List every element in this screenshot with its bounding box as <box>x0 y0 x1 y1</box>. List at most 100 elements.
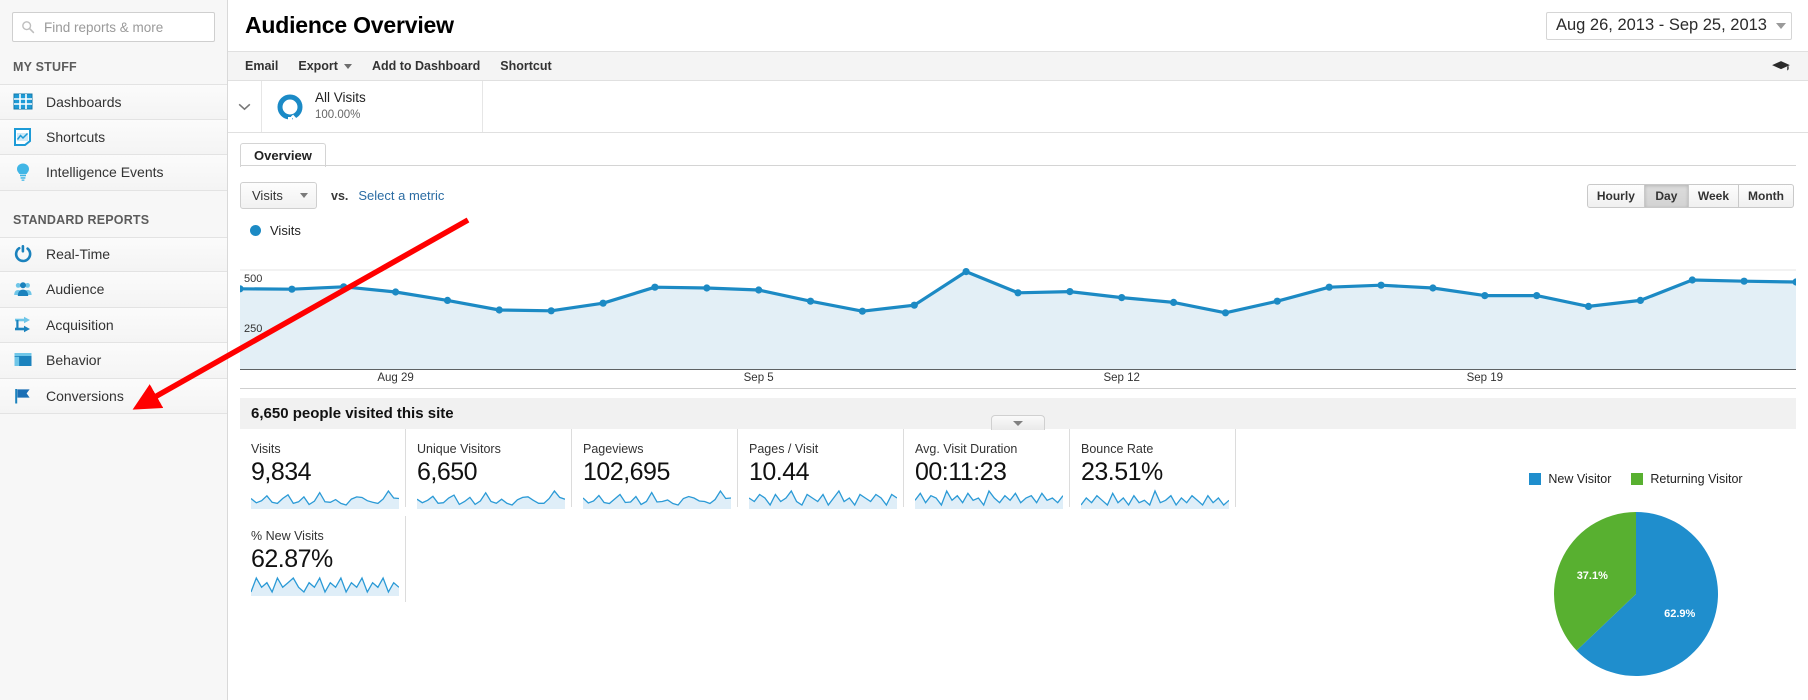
select-a-metric-link[interactable]: Select a metric <box>358 188 444 203</box>
sparkline <box>749 489 897 510</box>
sidebar-item-label: Real-Time <box>46 246 111 263</box>
metric-card-label: Pages / Visit <box>749 442 819 456</box>
sidebar-section-heading-standard-reports: STANDARD REPORTS <box>13 212 150 227</box>
shortcuts-icon <box>14 127 31 146</box>
metric-card-label: Visits <box>251 442 281 456</box>
chevron-down-icon <box>1776 22 1786 29</box>
metric-card[interactable]: Pages / Visit 10.44 <box>738 429 904 510</box>
chevron-down-icon <box>238 103 251 110</box>
segment-donut-icon <box>277 94 303 121</box>
granularity-month[interactable]: Month <box>1739 183 1794 208</box>
sparkline <box>1081 489 1229 510</box>
sidebar-item-label: Conversions <box>46 387 124 404</box>
sidebar-item-label: Shortcuts <box>46 128 106 145</box>
analytics-app: MY STUFF Dashboards Sho <box>0 0 1808 700</box>
segment-all-visits[interactable]: All Visits 100.00% <box>262 81 483 132</box>
granularity-week[interactable]: Week <box>1688 183 1740 208</box>
tab-label: Overview <box>254 148 312 163</box>
tab-overview[interactable]: Overview <box>240 143 326 167</box>
search-box[interactable] <box>12 12 223 42</box>
chart-collapse-handle[interactable] <box>991 415 1045 430</box>
realtime-icon <box>14 245 32 263</box>
sparkline <box>251 489 399 510</box>
metric-card-value: 23.51% <box>1081 458 1163 486</box>
metric-card-label: % New Visits <box>251 529 324 543</box>
timeseries-x-axis: Aug 29 Sep 5 Sep 12 Sep 19 <box>240 370 1796 388</box>
action-list: Email Export Add to Dashboard Shortcut <box>245 59 552 73</box>
sidebar-item-audience[interactable]: Audience <box>0 272 227 308</box>
segment-percent: 100.00% <box>315 109 361 122</box>
add-to-dashboard-button[interactable]: Add to Dashboard <box>372 59 480 73</box>
x-axis-tick-label: Aug 29 <box>377 372 414 384</box>
lightbulb-icon <box>17 163 29 182</box>
x-axis-tick-label: Sep 12 <box>1103 372 1140 384</box>
triangle-down-icon <box>1013 420 1023 426</box>
sidebar-item-dashboards[interactable]: Dashboards <box>0 84 227 120</box>
metric-card-value: 102,695 <box>583 458 670 486</box>
pie-legend-item-returning-visitor[interactable]: Returning Visitor <box>1631 472 1743 486</box>
chevron-down-icon <box>343 63 352 69</box>
main-content: Audience Overview Aug 26, 2013 - Sep 25,… <box>228 0 1808 700</box>
metric-card-label: Avg. Visit Duration <box>915 442 1018 456</box>
sparkline <box>417 489 565 510</box>
metric-card-value: 62.87% <box>251 545 333 573</box>
timeseries-ylabels: 250 500 <box>240 268 1796 335</box>
metric-card[interactable]: % New Visits 62.87% <box>240 516 406 602</box>
metric-card[interactable]: Bounce Rate 23.51% <box>1070 429 1236 510</box>
metric-card[interactable]: Avg. Visit Duration 00:11:23 <box>904 429 1070 510</box>
chart-legend: Visits <box>250 223 1808 238</box>
export-button[interactable]: Export <box>298 59 352 73</box>
sidebar-item-conversions[interactable]: Conversions <box>0 378 227 414</box>
visitor-type-pie-chart[interactable]: 62.9% 37.1% <box>1536 494 1736 694</box>
granularity-hourly[interactable]: Hourly <box>1586 183 1645 208</box>
segment-bar: All Visits 100.00% <box>228 81 1808 133</box>
legend-color-swatch <box>1529 473 1542 485</box>
metric-card[interactable]: Unique Visitors 6,650 <box>406 429 572 510</box>
metric-card-label: Bounce Rate <box>1081 442 1154 456</box>
pie-legend: New Visitor Returning Visitor <box>1476 472 1796 486</box>
shortcut-button[interactable]: Shortcut <box>500 59 551 73</box>
primary-metric-select[interactable]: Visits <box>240 182 317 209</box>
search-input[interactable] <box>42 18 223 36</box>
granularity-label: Month <box>1748 188 1784 203</box>
metric-controls-row: Visits vs. Select a metric Hourly Day We… <box>240 182 1808 209</box>
metric-card-value: 00:11:23 <box>915 458 1007 486</box>
x-axis-tick-label: Sep 5 <box>743 372 774 384</box>
svg-text:250: 250 <box>244 323 262 335</box>
metric-card[interactable]: Pageviews 102,695 <box>572 429 738 510</box>
segment-name: All Visits <box>315 90 366 106</box>
granularity-label: Week <box>1697 188 1730 203</box>
email-button[interactable]: Email <box>245 59 278 73</box>
visits-timeseries-chart[interactable]: 250 500 <box>240 245 1796 370</box>
sidebar-item-label: Behavior <box>46 352 102 369</box>
metric-card-value: 6,650 <box>417 458 478 486</box>
sidebar: MY STUFF Dashboards Sho <box>0 0 228 700</box>
legend-color-swatch <box>250 225 261 236</box>
tab-underline <box>240 165 1796 166</box>
metric-card[interactable]: Visits 9,834 <box>240 429 406 510</box>
graduation-cap-icon[interactable] <box>1770 58 1792 74</box>
sidebar-item-intelligence-events[interactable]: Intelligence Events <box>0 155 227 191</box>
sidebar-item-label: Dashboards <box>46 93 122 110</box>
action-label: Export <box>298 59 338 73</box>
sidebar-item-real-time[interactable]: Real-Time <box>0 236 227 272</box>
action-label: Shortcut <box>500 59 552 73</box>
sparkline <box>583 489 731 510</box>
dashboards-icon <box>13 93 33 110</box>
sidebar-item-label: Acquisition <box>46 316 114 333</box>
chevron-down-icon <box>300 193 308 198</box>
sidebar-item-shortcuts[interactable]: Shortcuts <box>0 119 227 155</box>
vs-label: vs. <box>331 188 349 203</box>
pie-legend-item-new-visitor[interactable]: New Visitor <box>1529 472 1611 486</box>
segment-expand-toggle[interactable] <box>228 81 262 132</box>
sidebar-item-label: Audience <box>46 281 105 298</box>
pie-legend-label: Returning Visitor <box>1650 472 1743 486</box>
legend-color-swatch <box>1631 473 1644 485</box>
sidebar-item-behavior[interactable]: Behavior <box>0 343 227 379</box>
date-range-picker[interactable]: Aug 26, 2013 - Sep 25, 2013 <box>1545 11 1792 40</box>
granularity-label: Hourly <box>1596 188 1635 203</box>
sidebar-item-acquisition[interactable]: Acquisition <box>0 307 227 343</box>
primary-metric-label: Visits <box>252 188 283 203</box>
x-axis-tick-label: Sep 19 <box>1466 372 1504 384</box>
granularity-day[interactable]: Day <box>1644 183 1689 208</box>
